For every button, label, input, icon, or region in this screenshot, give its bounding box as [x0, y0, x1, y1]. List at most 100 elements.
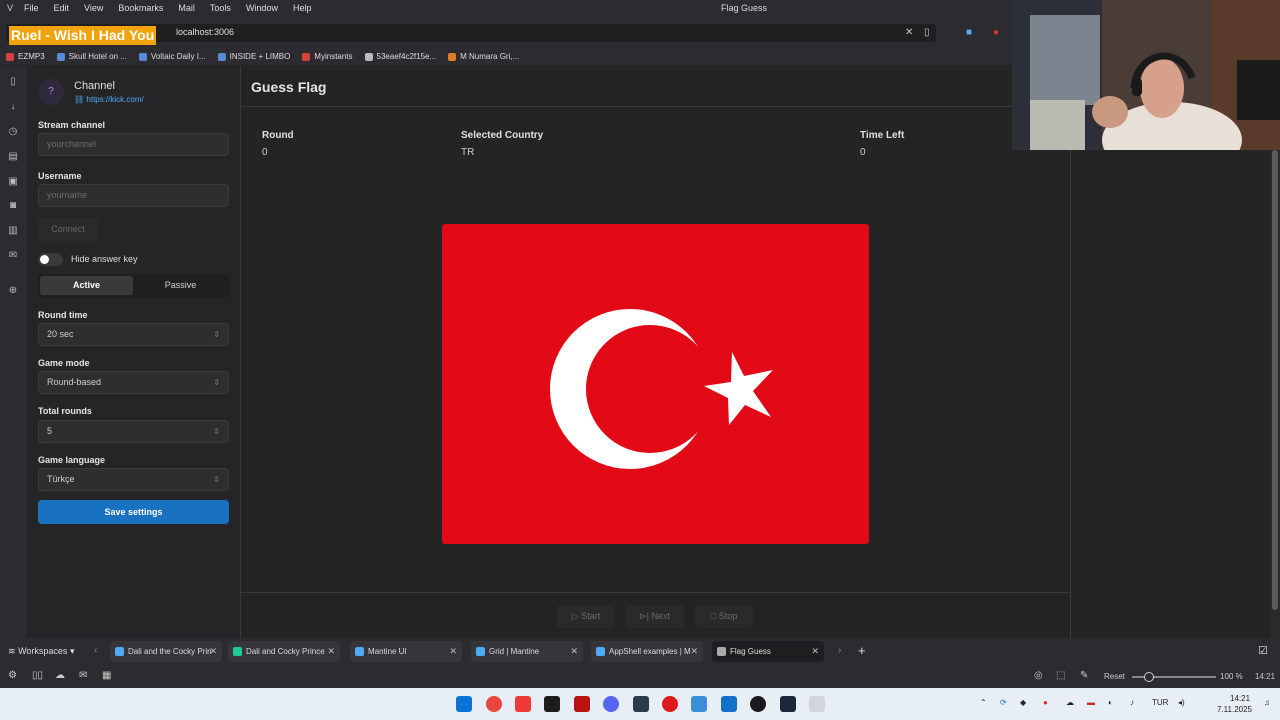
steam-icon[interactable]: [780, 696, 796, 712]
panel-windows-icon[interactable]: ▣: [7, 176, 19, 188]
start-button[interactable]: ▷ Start: [557, 605, 615, 628]
bookmark-item[interactable]: Myinstants: [302, 52, 353, 61]
hide-answer-toggle[interactable]: [38, 253, 63, 266]
url-text[interactable]: localhost:3006: [176, 27, 234, 37]
tray-mic-icon[interactable]: ♪: [1130, 698, 1134, 707]
tab-item[interactable]: Grid | Mantine ✕: [471, 641, 583, 662]
davinci-icon[interactable]: [633, 696, 649, 712]
menu-window[interactable]: Window: [246, 3, 278, 13]
tray-expand-icon[interactable]: ⌃: [980, 698, 987, 707]
channel-link[interactable]: ⛓ https://kick.com/: [74, 95, 144, 104]
terminal-icon[interactable]: [544, 696, 560, 712]
mode-passive-option[interactable]: Passive: [134, 276, 227, 295]
tab-item[interactable]: AppShell examples | M ✕: [591, 641, 703, 662]
taskbar-time[interactable]: 14:21: [1230, 694, 1250, 703]
menu-view[interactable]: View: [84, 3, 103, 13]
tray-onedrive-icon[interactable]: ☁: [1066, 698, 1074, 707]
obs-icon[interactable]: [750, 696, 766, 712]
channel-url[interactable]: https://kick.com/: [86, 95, 143, 104]
bookmark-item[interactable]: EZMP3: [6, 52, 45, 61]
tray-app-icon[interactable]: ◆: [1020, 698, 1026, 707]
panel-bookmarks-icon[interactable]: ▯: [7, 76, 19, 88]
chrome-icon[interactable]: [486, 696, 502, 712]
language-indicator[interactable]: TUR: [1152, 698, 1168, 707]
new-tab-icon[interactable]: +: [858, 643, 866, 658]
round-time-select[interactable]: 20 sec ⇕: [38, 323, 229, 346]
menu-tools[interactable]: Tools: [210, 3, 231, 13]
menu-file[interactable]: File: [24, 3, 39, 13]
vivaldi-logo-icon[interactable]: V: [5, 3, 15, 13]
app-icon[interactable]: [809, 696, 825, 712]
save-settings-button[interactable]: Save settings: [38, 500, 229, 524]
zoom-reset-button[interactable]: Reset: [1104, 672, 1125, 681]
panel-reading-icon[interactable]: ◙: [7, 200, 19, 212]
filezilla-icon[interactable]: [574, 696, 590, 712]
menu-mail[interactable]: Mail: [178, 3, 195, 13]
translate-icon[interactable]: ✕: [905, 27, 913, 38]
close-tab-icon[interactable]: ✕: [327, 641, 335, 662]
vivaldi-icon[interactable]: [515, 696, 531, 712]
panel-notes-icon[interactable]: ▤: [7, 151, 19, 163]
panel-toggle-icon[interactable]: ⚙: [8, 670, 17, 681]
close-tab-icon[interactable]: ✕: [209, 641, 217, 662]
record-icon[interactable]: ●: [993, 27, 999, 38]
game-mode-select[interactable]: Round-based ⇕: [38, 371, 229, 394]
cloud-icon[interactable]: ☁: [55, 670, 65, 681]
discord-icon[interactable]: [603, 696, 619, 712]
scrollbar-thumb[interactable]: [1272, 150, 1278, 610]
tray-sync-icon[interactable]: ⟳: [1000, 698, 1007, 707]
tray-record-icon[interactable]: ●: [1043, 698, 1048, 707]
close-tab-icon[interactable]: ✕: [449, 641, 457, 662]
page-actions-icon[interactable]: ✎: [1080, 670, 1088, 681]
zoom-slider-handle[interactable]: [1144, 672, 1154, 682]
tray-speaker-icon[interactable]: ◂): [1178, 698, 1185, 707]
capture-icon[interactable]: ◎: [1034, 670, 1043, 681]
sync-check-icon[interactable]: ☑: [1258, 644, 1268, 657]
stream-channel-input[interactable]: yourchannel: [38, 133, 229, 156]
bookmark-item[interactable]: Voltaic Daily I...: [138, 52, 206, 61]
close-tab-icon[interactable]: ✕: [690, 641, 698, 662]
tiling-icon[interactable]: ▯▯: [32, 670, 43, 681]
panel-mail-icon[interactable]: ✉: [7, 250, 19, 262]
username-input[interactable]: yourname: [38, 184, 229, 207]
bookmark-icon[interactable]: ▯: [924, 27, 930, 38]
close-tab-icon[interactable]: ✕: [570, 641, 578, 662]
windows-start-icon[interactable]: [456, 696, 472, 712]
close-tab-icon[interactable]: ✕: [811, 641, 819, 662]
mode-active-option[interactable]: Active: [40, 276, 133, 295]
workspaces-button[interactable]: ≋ Workspaces ▾: [8, 646, 74, 657]
menu-bookmarks[interactable]: Bookmarks: [118, 3, 163, 13]
panel-history-icon[interactable]: ◷: [7, 126, 19, 138]
tray-battery-icon[interactable]: ▬: [1087, 698, 1095, 707]
tabs-scroll-left-icon[interactable]: ‹: [94, 645, 97, 656]
tab-item[interactable]: Dali and Cocky Prince ✕: [228, 641, 340, 662]
game-language-select[interactable]: Türkçe ⇕: [38, 468, 229, 491]
youtube-music-icon[interactable]: [662, 696, 678, 712]
menu-help[interactable]: Help: [293, 3, 312, 13]
connect-button[interactable]: Connect: [38, 218, 98, 241]
tabs-scroll-right-icon[interactable]: ›: [838, 645, 841, 656]
bookmark-item[interactable]: M Numara Gri,...: [448, 52, 519, 61]
panel-feeds-icon[interactable]: ▥: [7, 225, 19, 237]
bookmark-item[interactable]: Skull Hotel on ...: [56, 52, 127, 61]
tab-item[interactable]: Mantine UI ✕: [350, 641, 462, 662]
page-scrollbar[interactable]: [1270, 66, 1280, 638]
total-rounds-input[interactable]: 5 ⇕: [38, 420, 229, 443]
outlook-icon[interactable]: [721, 696, 737, 712]
tab-item[interactable]: Dali and the Cocky Prin ✕: [110, 641, 222, 662]
mail-icon[interactable]: ✉: [79, 670, 87, 681]
menu-edit[interactable]: Edit: [54, 3, 70, 13]
tray-network-icon[interactable]: ◐: [1108, 698, 1113, 707]
file-explorer-icon[interactable]: [691, 696, 707, 712]
zoom-slider[interactable]: [1132, 672, 1216, 682]
taskbar-date[interactable]: 7.11.2025: [1217, 705, 1252, 714]
bookmark-item[interactable]: 53eaef4c2f15e...: [364, 52, 436, 61]
panel-downloads-icon[interactable]: ↓: [7, 101, 19, 113]
calendar-icon[interactable]: ▦: [102, 670, 111, 681]
stepper-chevron-icon[interactable]: ⇕: [213, 421, 220, 442]
stop-button[interactable]: □ Stop: [695, 605, 753, 628]
tab-item-active[interactable]: Flag Guess ✕: [712, 641, 824, 662]
panel-add-icon[interactable]: ⊕: [7, 285, 19, 297]
notification-bell-icon[interactable]: ♫: [1264, 698, 1270, 707]
next-button[interactable]: ⊳| Next: [625, 605, 684, 628]
